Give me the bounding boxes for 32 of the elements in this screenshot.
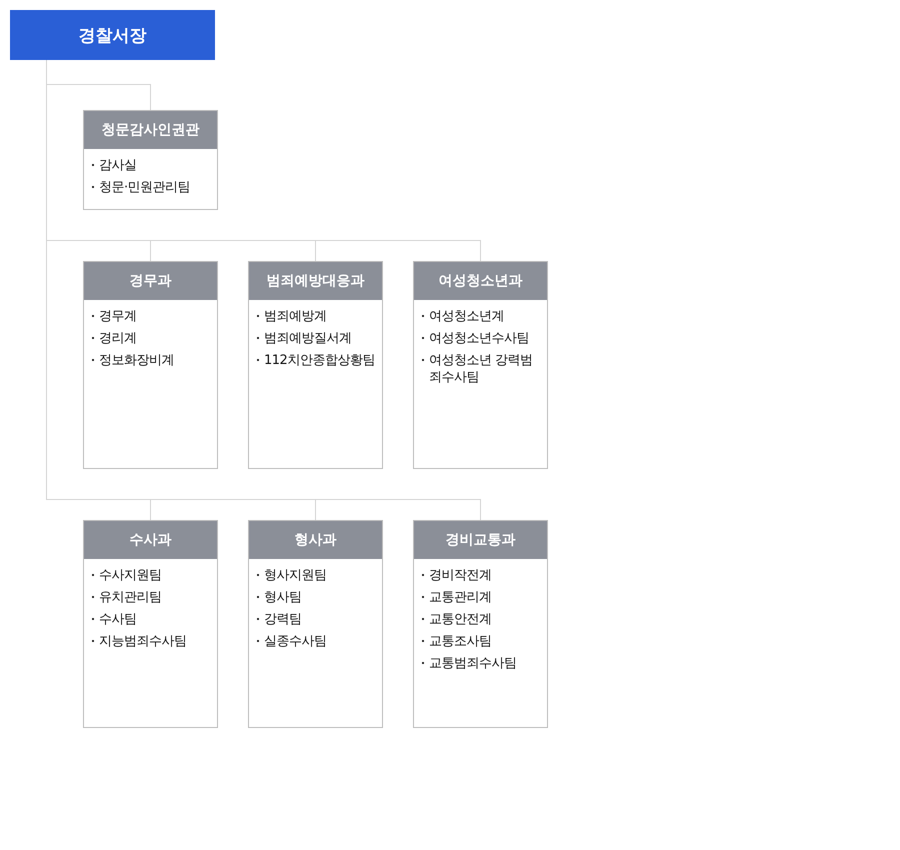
chief-box: 경찰서장 [10,10,215,60]
team-name: 지능범죄수사팀 [99,633,186,650]
team-name: 형사지원팀 [264,567,326,584]
department-title: 경비교통과 [414,521,547,559]
team-name: 여성청소년수사팀 [429,330,529,347]
team-name: 강력팀 [264,611,302,628]
team-name: 유치관리팀 [99,589,162,606]
team-name: 여성청소년계 [429,308,504,325]
team-name: 범죄예방계 [264,308,326,325]
team-name: 112치안종합상황팀 [264,352,375,369]
department-title: 여성청소년과 [414,262,547,300]
team-name: 교통조사팀 [429,633,492,650]
team-name: 경리계 [99,330,136,347]
team-name: 여성청소년 강력범죄수사팀 [429,352,534,386]
department-title: 청문감사인권관 [84,111,217,149]
team-name: 경비작전계 [429,567,492,584]
department-title: 경무과 [84,262,217,300]
team-name: 교통범죄수사팀 [429,655,516,672]
department-title: 범죄예방대응과 [249,262,382,300]
team-name: 청문·민원관리팀 [99,179,190,196]
team-name: 경무계 [99,308,136,325]
team-name: 교통안전계 [429,611,492,628]
department-title: 수사과 [84,521,217,559]
team-name: 형사팀 [264,589,302,606]
team-name: 수사팀 [99,611,136,628]
team-name: 정보화장비계 [99,352,174,369]
team-name: 실종수사팀 [264,633,326,650]
department-title: 형사과 [249,521,382,559]
team-name: 범죄예방질서계 [264,330,352,347]
team-name: 수사지원팀 [99,567,162,584]
team-name: 교통관리계 [429,589,492,606]
team-name: 감사실 [99,157,136,174]
